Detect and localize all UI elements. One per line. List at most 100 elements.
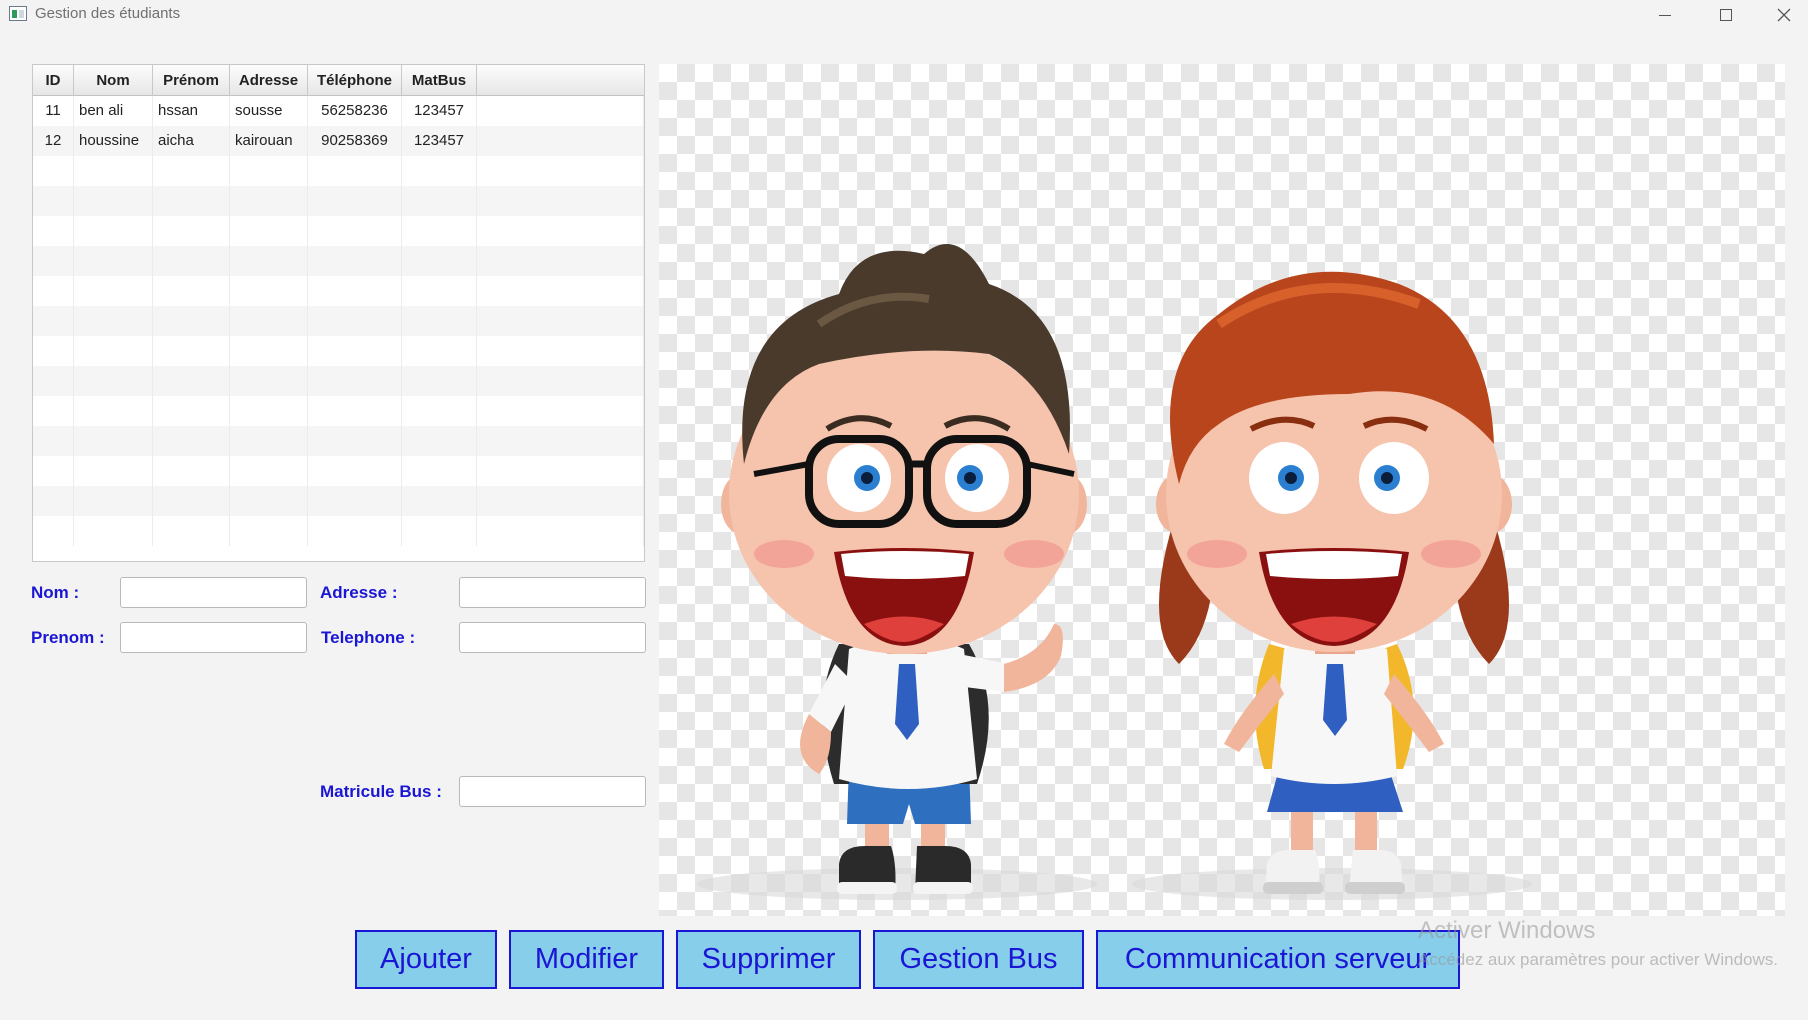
table-cell <box>477 156 644 186</box>
table-cell <box>308 186 402 216</box>
table-cell <box>33 366 74 396</box>
table-cell <box>402 456 477 486</box>
table-cell <box>33 516 74 546</box>
column-header-matbus[interactable]: MatBus <box>402 65 477 96</box>
table-cell <box>477 216 644 246</box>
table-cell <box>74 306 153 336</box>
table-row[interactable] <box>33 396 644 426</box>
table-cell <box>74 426 153 456</box>
table-cell <box>74 186 153 216</box>
table-cell <box>308 156 402 186</box>
table-row[interactable] <box>33 216 644 246</box>
supprimer-button[interactable]: Supprimer <box>676 930 861 989</box>
table-cell <box>230 336 308 366</box>
students-table[interactable]: ID Nom Prénom Adresse Téléphone MatBus 1… <box>32 64 645 562</box>
table-cell <box>308 516 402 546</box>
title-bar: Gestion des étudiants <box>0 0 1808 30</box>
table-cell <box>230 306 308 336</box>
table-cell <box>74 156 153 186</box>
matricule-bus-field[interactable] <box>459 776 646 807</box>
column-header-prenom[interactable]: Prénom <box>153 65 230 96</box>
telephone-field[interactable] <box>459 622 646 653</box>
table-cell <box>230 456 308 486</box>
column-header-telephone[interactable]: Téléphone <box>308 65 402 96</box>
table-row[interactable] <box>33 186 644 216</box>
table-cell <box>153 366 230 396</box>
table-cell: kairouan <box>230 126 308 156</box>
table-row[interactable] <box>33 246 644 276</box>
table-cell <box>153 456 230 486</box>
close-icon[interactable] <box>1755 0 1808 30</box>
prenom-field[interactable] <box>120 622 307 653</box>
table-cell <box>230 396 308 426</box>
table-cell: 56258236 <box>308 96 402 126</box>
table-cell <box>153 276 230 306</box>
table-cell <box>74 516 153 546</box>
table-body: 11 ben ali hssan sousse 56258236 123457 12 hous… <box>33 96 644 546</box>
table-cell: houssine <box>74 126 153 156</box>
table-row[interactable] <box>33 156 644 186</box>
table-cell: 123457 <box>402 126 477 156</box>
table-row[interactable]: 12 houssine aicha kairouan 90258369 123457 <box>33 126 644 156</box>
adresse-field[interactable] <box>459 577 646 608</box>
table-row[interactable]: 11 ben ali hssan sousse 56258236 123457 <box>33 96 644 126</box>
table-cell <box>74 486 153 516</box>
table-cell <box>402 306 477 336</box>
table-cell <box>477 396 644 426</box>
column-header-nom[interactable]: Nom <box>74 65 153 96</box>
table-cell <box>477 366 644 396</box>
table-row[interactable] <box>33 486 644 516</box>
table-cell <box>153 216 230 246</box>
maximize-icon[interactable] <box>1697 0 1755 30</box>
column-header-id[interactable]: ID <box>33 65 74 96</box>
table-row[interactable] <box>33 456 644 486</box>
activation-watermark-text: Accédez aux paramètres pour activer Wind… <box>1418 950 1778 969</box>
table-row[interactable] <box>33 426 644 456</box>
table-cell <box>308 336 402 366</box>
table-cell <box>153 396 230 426</box>
table-cell: 123457 <box>402 96 477 126</box>
table-row[interactable] <box>33 516 644 546</box>
table-row[interactable] <box>33 276 644 306</box>
table-cell <box>477 456 644 486</box>
adresse-label: Adresse : <box>320 583 398 602</box>
table-cell <box>74 456 153 486</box>
table-cell <box>308 246 402 276</box>
table-cell <box>402 336 477 366</box>
students-illustration <box>659 64 1785 916</box>
table-cell <box>477 336 644 366</box>
communication-serveur-button[interactable]: Communication serveur <box>1096 930 1460 989</box>
table-row[interactable] <box>33 336 644 366</box>
table-cell <box>402 426 477 456</box>
table-row[interactable] <box>33 306 644 336</box>
table-cell: hssan <box>153 96 230 126</box>
table-cell <box>33 156 74 186</box>
table-header: ID Nom Prénom Adresse Téléphone MatBus <box>33 65 644 96</box>
modifier-button[interactable]: Modifier <box>509 930 664 989</box>
app-icon <box>9 6 27 21</box>
gestion-bus-button[interactable]: Gestion Bus <box>873 930 1084 989</box>
table-cell <box>153 306 230 336</box>
table-cell <box>153 186 230 216</box>
table-cell <box>402 516 477 546</box>
table-cell <box>308 366 402 396</box>
telephone-label: Telephone : <box>321 628 416 647</box>
ajouter-button[interactable]: Ajouter <box>355 930 497 989</box>
table-cell <box>74 276 153 306</box>
table-cell <box>230 516 308 546</box>
table-cell <box>477 126 644 156</box>
boy-character-icon <box>721 244 1087 894</box>
column-header-adresse[interactable]: Adresse <box>230 65 308 96</box>
table-cell <box>153 486 230 516</box>
table-cell <box>74 366 153 396</box>
table-cell <box>477 246 644 276</box>
table-cell <box>33 336 74 366</box>
nom-field[interactable] <box>120 577 307 608</box>
prenom-label: Prenom : <box>31 628 105 647</box>
table-cell <box>33 216 74 246</box>
table-cell <box>33 486 74 516</box>
minimize-icon[interactable] <box>1636 0 1694 30</box>
table-cell <box>308 216 402 246</box>
table-cell <box>74 246 153 276</box>
table-row[interactable] <box>33 366 644 396</box>
